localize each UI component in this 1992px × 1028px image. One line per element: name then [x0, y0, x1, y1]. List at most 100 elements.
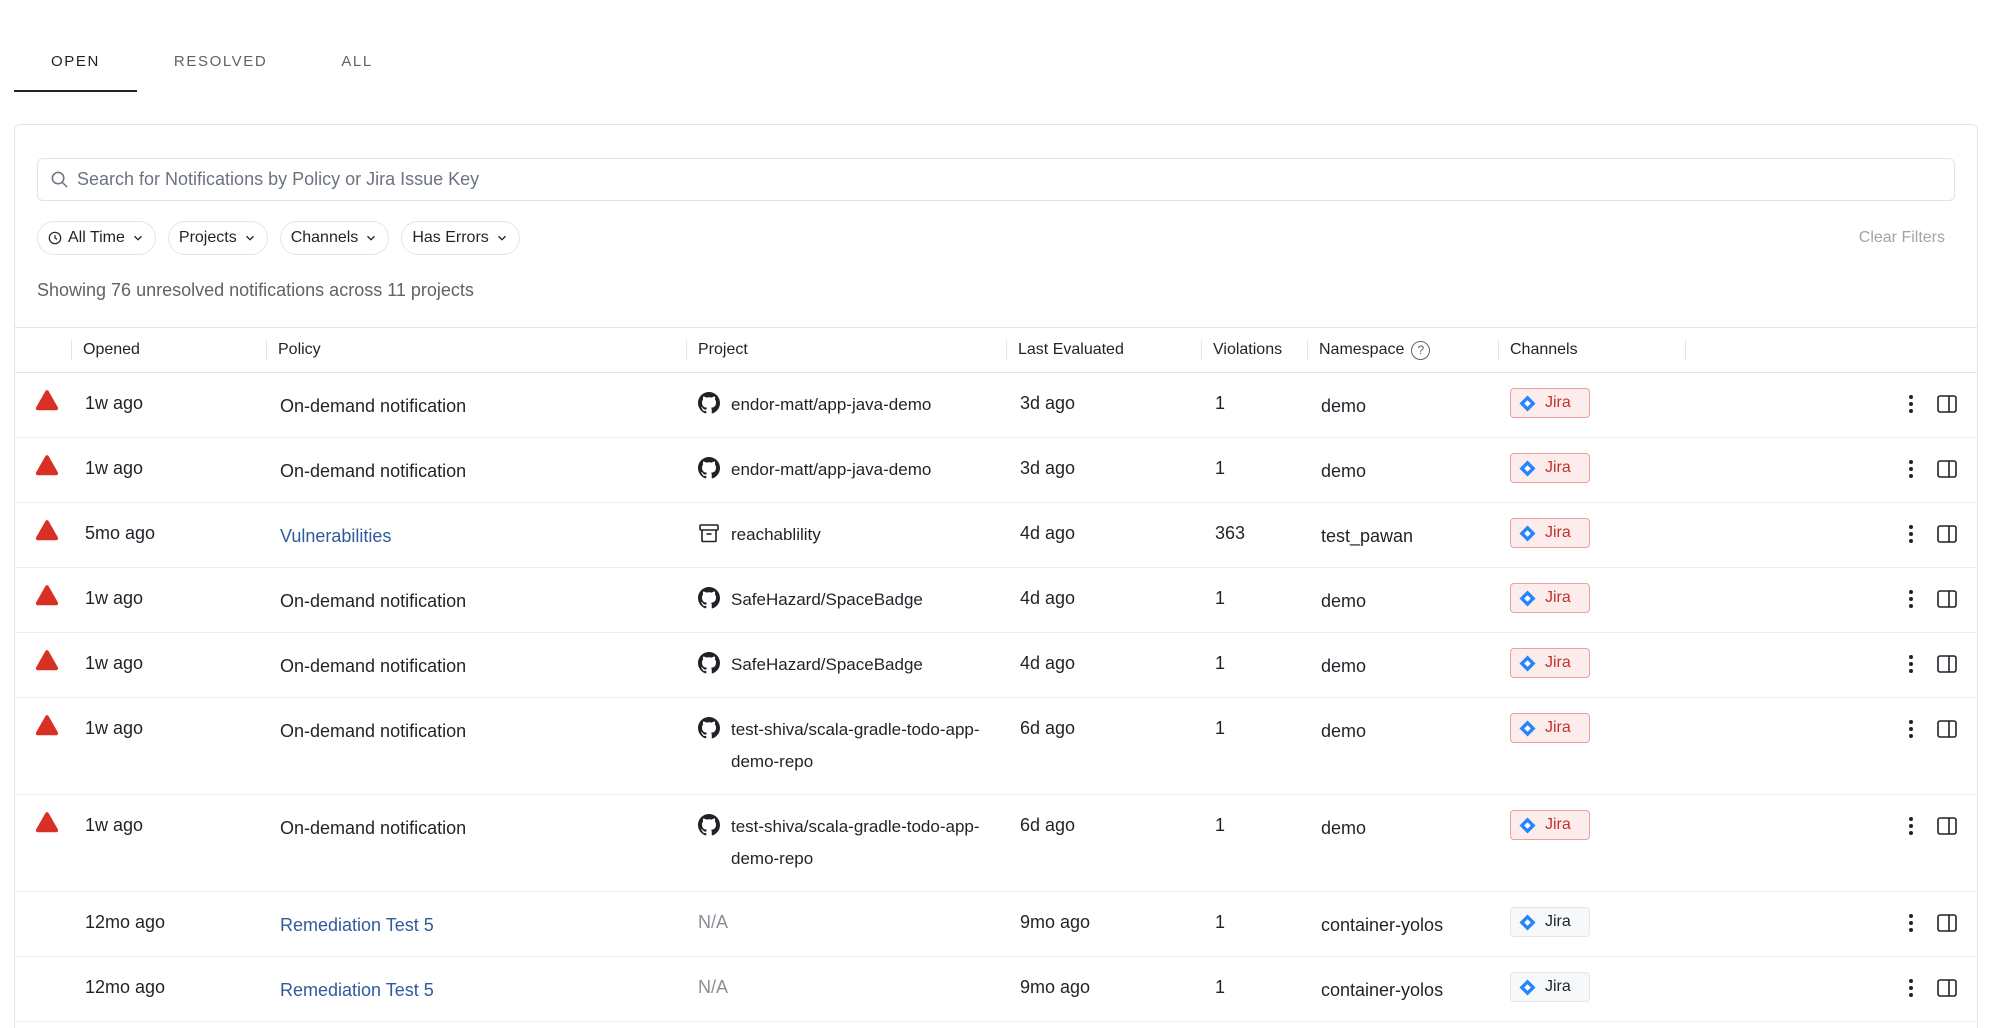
channel-label: Jira: [1545, 459, 1571, 476]
channel-badge[interactable]: Jira: [1510, 388, 1590, 418]
last-evaluated-cell: 3d ago: [1020, 393, 1076, 413]
project-cell[interactable]: reachablility: [698, 519, 991, 551]
clear-filters-button[interactable]: Clear Filters: [1859, 229, 1945, 247]
policy-cell: On-demand notification: [280, 656, 467, 676]
tab-all[interactable]: ALL: [304, 30, 410, 92]
channel-badge[interactable]: Jira: [1510, 713, 1590, 743]
column-policy[interactable]: Policy: [266, 328, 321, 372]
channels-filter-label: Channels: [290, 229, 359, 246]
table-row[interactable]: 1w ago On-demand notification test-shiva/s…: [15, 795, 1977, 892]
project-name: test-shiva/scala-gradle-todo-app-demo-re…: [731, 817, 980, 868]
jira-icon: [1519, 589, 1536, 607]
channel-badge[interactable]: Jira: [1510, 518, 1590, 548]
table-row[interactable]: 1w ago On-demand notification endor-matt/a…: [15, 438, 1977, 503]
search-icon: [51, 171, 68, 188]
open-side-panel-button[interactable]: [1936, 523, 1958, 545]
projects-filter[interactable]: Projects: [167, 221, 268, 255]
channel-badge[interactable]: Jira: [1510, 583, 1590, 613]
open-side-panel-button[interactable]: [1936, 458, 1958, 480]
policy-cell: On-demand notification: [280, 591, 467, 611]
more-options-button[interactable]: [1904, 588, 1918, 610]
open-side-panel-button[interactable]: [1936, 653, 1958, 675]
github-icon: [698, 814, 720, 836]
more-options-button[interactable]: [1904, 458, 1918, 480]
more-options-button[interactable]: [1904, 718, 1918, 740]
project-cell[interactable]: endor-matt/app-java-demo: [698, 389, 991, 421]
violations-cell: 1: [1215, 815, 1226, 835]
channel-badge[interactable]: Jira: [1510, 810, 1590, 840]
violations-cell: 1: [1215, 458, 1226, 478]
more-options-button[interactable]: [1904, 393, 1918, 415]
project-cell[interactable]: test-shiva/scala-gradle-todo-app-demo-re…: [698, 811, 991, 875]
column-namespace[interactable]: Namespace?: [1307, 328, 1431, 372]
more-options-button[interactable]: [1904, 653, 1918, 675]
project-name: SafeHazard/SpaceBadge: [731, 655, 923, 674]
github-icon: [698, 392, 720, 414]
open-side-panel-button[interactable]: [1936, 912, 1958, 934]
open-side-panel-button[interactable]: [1936, 815, 1958, 837]
tab-resolved[interactable]: RESOLVED: [137, 30, 304, 92]
policy-cell[interactable]: Vulnerabilities: [280, 524, 391, 548]
column-opened[interactable]: Opened: [71, 328, 140, 372]
project-cell[interactable]: endor-matt/app-java-demo: [698, 454, 991, 486]
results-summary: Showing 76 unresolved notifications acro…: [37, 280, 474, 300]
table-row[interactable]: 12mo ago Remediation Test 5 N/A 9mo ago 1 con…: [15, 957, 1977, 1022]
column-last-evaluated[interactable]: Last Evaluated: [1006, 328, 1124, 372]
open-side-panel-button[interactable]: [1936, 588, 1958, 610]
project-name: endor-matt/app-java-demo: [731, 460, 932, 479]
namespace-cell: demo: [1321, 656, 1367, 676]
violations-cell: 1: [1215, 718, 1226, 738]
channel-label: Jira: [1545, 719, 1571, 736]
more-options-button[interactable]: [1904, 912, 1918, 934]
namespace-cell: container-yolos: [1321, 915, 1444, 935]
column-actions: [1685, 328, 1697, 372]
errors-filter-label: Has Errors: [412, 229, 489, 246]
table-row[interactable]: 5mo ago Vulnerabilities reachablility 4d ag…: [15, 503, 1977, 568]
tab-open[interactable]: OPEN: [14, 30, 137, 92]
namespace-cell: demo: [1321, 396, 1367, 416]
jira-icon: [1519, 816, 1536, 834]
open-side-panel-button[interactable]: [1936, 393, 1958, 415]
table-row[interactable]: 1w ago On-demand notification endor-matt/a…: [15, 373, 1977, 438]
clock-icon: [48, 231, 62, 245]
channel-badge[interactable]: Jira: [1510, 972, 1590, 1002]
column-violations[interactable]: Violations: [1201, 328, 1282, 372]
github-icon: [698, 652, 720, 674]
project-name: test-shiva/scala-gradle-todo-app-demo-re…: [731, 720, 980, 771]
project-cell: N/A: [698, 977, 729, 997]
more-options-button[interactable]: [1904, 815, 1918, 837]
project-name: SafeHazard/SpaceBadge: [731, 590, 923, 609]
channel-badge[interactable]: Jira: [1510, 648, 1590, 678]
policy-cell[interactable]: Remediation Test 5: [280, 913, 434, 937]
violations-cell: 363: [1215, 523, 1246, 543]
column-channels[interactable]: Channels: [1498, 328, 1578, 372]
channel-badge[interactable]: Jira: [1510, 907, 1590, 937]
package-icon: [698, 522, 720, 544]
table-row[interactable]: 1w ago On-demand notification SafeHazard/S…: [15, 633, 1977, 698]
more-options-button[interactable]: [1904, 523, 1918, 545]
open-side-panel-button[interactable]: [1936, 977, 1958, 999]
last-evaluated-cell: 6d ago: [1020, 718, 1076, 738]
project-cell[interactable]: test-shiva/scala-gradle-todo-app-demo-re…: [698, 714, 991, 778]
warning-icon: [35, 811, 59, 833]
open-side-panel-button[interactable]: [1936, 718, 1958, 740]
policy-cell[interactable]: Remediation Test 5: [280, 978, 434, 1002]
table-row[interactable]: 12mo ago Remediation Test 5 N/A 9mo ago 1 con…: [15, 892, 1977, 957]
search-input[interactable]: [77, 169, 1877, 190]
project-cell[interactable]: SafeHazard/SpaceBadge: [698, 584, 991, 616]
channels-filter[interactable]: Channels: [279, 221, 390, 255]
errors-filter[interactable]: Has Errors: [401, 221, 520, 255]
help-icon[interactable]: ?: [1411, 340, 1431, 360]
jira-icon: [1519, 913, 1536, 931]
column-namespace-label: Namespace: [1319, 341, 1405, 358]
table-row[interactable]: 1w ago On-demand notification test-shiva/s…: [15, 698, 1977, 795]
more-options-button[interactable]: [1904, 977, 1918, 999]
column-policy-label: Policy: [278, 341, 321, 358]
project-cell[interactable]: SafeHazard/SpaceBadge: [698, 649, 991, 681]
search-box[interactable]: [37, 158, 1955, 201]
channel-badge[interactable]: Jira: [1510, 453, 1590, 483]
jira-icon: [1519, 719, 1536, 737]
time-filter[interactable]: All Time: [37, 221, 156, 255]
table-row[interactable]: 1w ago On-demand notification SafeHazard/S…: [15, 568, 1977, 633]
column-project[interactable]: Project: [686, 328, 748, 372]
